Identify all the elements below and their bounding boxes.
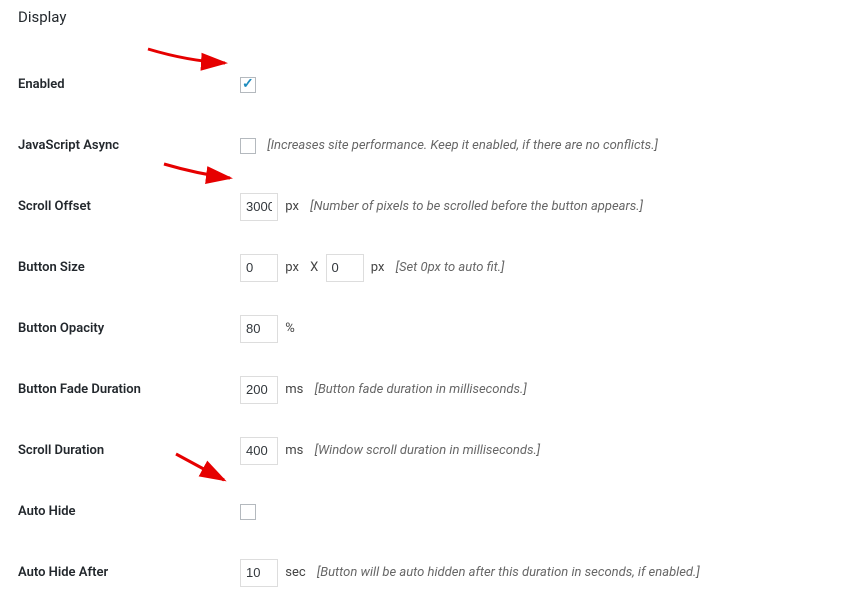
hint-js-async: [Increases site performance. Keep it ena… xyxy=(267,138,658,153)
row-button-size: Button Size px X px [Set 0px to auto fit… xyxy=(0,237,867,298)
checkbox-js-async[interactable] xyxy=(240,138,256,154)
label-auto-hide-after: Auto Hide After xyxy=(0,542,240,603)
input-button-height[interactable] xyxy=(326,254,364,282)
row-enabled: Enabled xyxy=(0,54,867,115)
unit-scroll-duration: ms xyxy=(285,443,303,458)
row-scroll-offset: Scroll Offset px [Number of pixels to be… xyxy=(0,176,867,237)
settings-table: Enabled JavaScript Async [Increases site… xyxy=(0,54,867,603)
row-js-async: JavaScript Async [Increases site perform… xyxy=(0,115,867,176)
unit-button-height: px xyxy=(371,260,385,275)
size-x-separator: X xyxy=(310,260,318,275)
input-scroll-duration[interactable] xyxy=(240,437,278,465)
row-auto-hide-after: Auto Hide After sec [Button will be auto… xyxy=(0,542,867,603)
input-scroll-offset[interactable] xyxy=(240,193,278,221)
section-title: Display xyxy=(0,0,867,26)
label-enabled: Enabled xyxy=(0,54,240,115)
label-scroll-offset: Scroll Offset xyxy=(0,176,240,237)
hint-button-fade: [Button fade duration in milliseconds.] xyxy=(315,382,527,397)
label-auto-hide: Auto Hide xyxy=(0,481,240,542)
label-scroll-duration: Scroll Duration xyxy=(0,420,240,481)
unit-button-width: px xyxy=(285,260,299,275)
checkbox-auto-hide[interactable] xyxy=(240,504,256,520)
row-button-opacity: Button Opacity % xyxy=(0,298,867,359)
row-auto-hide: Auto Hide xyxy=(0,481,867,542)
hint-auto-hide-after: [Button will be auto hidden after this d… xyxy=(317,565,700,580)
unit-scroll-offset: px xyxy=(285,199,299,214)
row-button-fade: Button Fade Duration ms [Button fade dur… xyxy=(0,359,867,420)
input-auto-hide-after[interactable] xyxy=(240,559,278,587)
unit-auto-hide-after: sec xyxy=(285,565,305,580)
input-button-width[interactable] xyxy=(240,254,278,282)
unit-button-opacity: % xyxy=(285,321,295,336)
label-button-opacity: Button Opacity xyxy=(0,298,240,359)
input-button-fade[interactable] xyxy=(240,376,278,404)
checkbox-enabled[interactable] xyxy=(240,77,256,93)
label-js-async: JavaScript Async xyxy=(0,115,240,176)
hint-scroll-duration: [Window scroll duration in milliseconds.… xyxy=(315,443,541,458)
hint-scroll-offset: [Number of pixels to be scrolled before … xyxy=(310,199,643,214)
unit-button-fade: ms xyxy=(285,382,303,397)
hint-button-size: [Set 0px to auto fit.] xyxy=(396,260,505,275)
row-scroll-duration: Scroll Duration ms [Window scroll durati… xyxy=(0,420,867,481)
label-button-fade: Button Fade Duration xyxy=(0,359,240,420)
label-button-size: Button Size xyxy=(0,237,240,298)
input-button-opacity[interactable] xyxy=(240,315,278,343)
